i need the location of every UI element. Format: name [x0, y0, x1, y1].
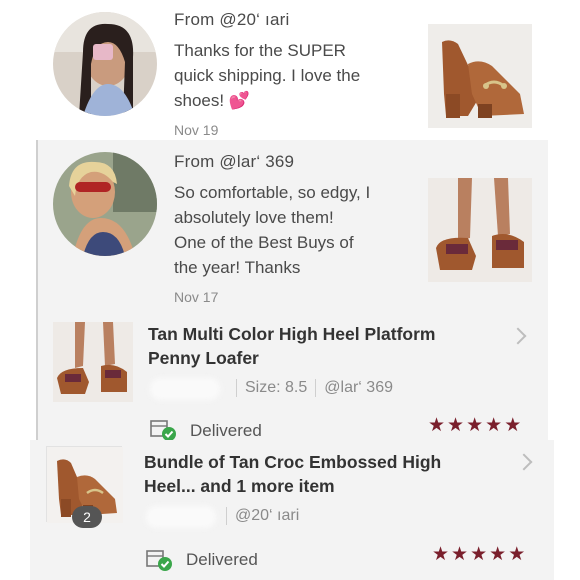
- star-icon: ★: [489, 543, 509, 565]
- order-title-line: Heel... and 1 more item: [144, 476, 335, 496]
- order-size: Size: 8.5: [245, 379, 308, 397]
- delivery-status: Delivered: [186, 550, 258, 569]
- delivery-status: Delivered: [190, 421, 262, 440]
- order-title[interactable]: Tan Multi Color High Heel Platform Penny…: [148, 322, 488, 370]
- order-title[interactable]: Bundle of Tan Croc Embossed High Heel...…: [144, 450, 494, 498]
- order-title-line: Bundle of Tan Croc Embossed High: [144, 452, 442, 472]
- star-icon: ★: [447, 414, 467, 436]
- comment-date: Nov 17: [174, 289, 219, 305]
- comment-card-1: From @20‘ ıari Thanks for the SUPER quic…: [0, 0, 580, 140]
- comment-message: So comfortable, so edgy, I absolutely lo…: [174, 180, 414, 280]
- comment-line: absolutely love them!: [174, 208, 334, 227]
- order-title-line: Penny Loafer: [148, 348, 259, 368]
- avatar[interactable]: [53, 12, 157, 116]
- comment-message: Thanks for the SUPER quick shipping. I l…: [174, 38, 404, 113]
- comment-line: Thanks for the SUPER: [174, 41, 346, 60]
- star-icon: ★: [428, 414, 448, 436]
- comment-line: One of the Best Buys of: [174, 233, 354, 252]
- star-icon: ★: [451, 543, 471, 565]
- order-title-line: Tan Multi Color High Heel Platform: [148, 324, 436, 344]
- order-meta: Size: 8.5 @lar‘ 369: [228, 379, 393, 397]
- comment-line: So comfortable, so edgy, I: [174, 183, 371, 202]
- comment-author[interactable]: From @20‘ ıari: [174, 10, 289, 30]
- order-meta: @20‘ ıari: [218, 507, 299, 525]
- star-icon: ★: [466, 414, 486, 436]
- order-user[interactable]: @20‘ ıari: [235, 507, 299, 524]
- package-check-icon: [150, 418, 176, 442]
- package-check-icon: [146, 548, 172, 572]
- item-count-badge: 2: [72, 506, 102, 528]
- avatar[interactable]: [53, 152, 157, 256]
- order-user[interactable]: @lar‘ 369: [324, 379, 393, 396]
- order-thumbnail[interactable]: [53, 322, 133, 402]
- star-icon: ★: [432, 543, 452, 565]
- star-icon: ★: [470, 543, 490, 565]
- redacted-username: [150, 378, 220, 400]
- product-thumbnail[interactable]: [428, 24, 532, 128]
- rating-stars: ★★★★★: [428, 414, 523, 436]
- star-icon: ★: [508, 543, 528, 565]
- comment-author[interactable]: From @lar‘ 369: [174, 152, 294, 172]
- divider: [236, 379, 237, 397]
- comment-line: shoes! 💕: [174, 91, 250, 110]
- star-icon: ★: [504, 414, 524, 436]
- divider: [315, 379, 317, 397]
- divider: [226, 507, 227, 525]
- comment-line: quick shipping. I love the: [174, 66, 361, 85]
- redacted-username: [146, 506, 216, 528]
- product-thumbnail[interactable]: [428, 178, 532, 282]
- comment-date: Nov 19: [174, 122, 219, 138]
- divider: [36, 140, 38, 440]
- rating-stars: ★★★★★: [432, 543, 527, 565]
- star-icon: ★: [485, 414, 505, 436]
- comment-line: the year! Thanks: [174, 258, 301, 277]
